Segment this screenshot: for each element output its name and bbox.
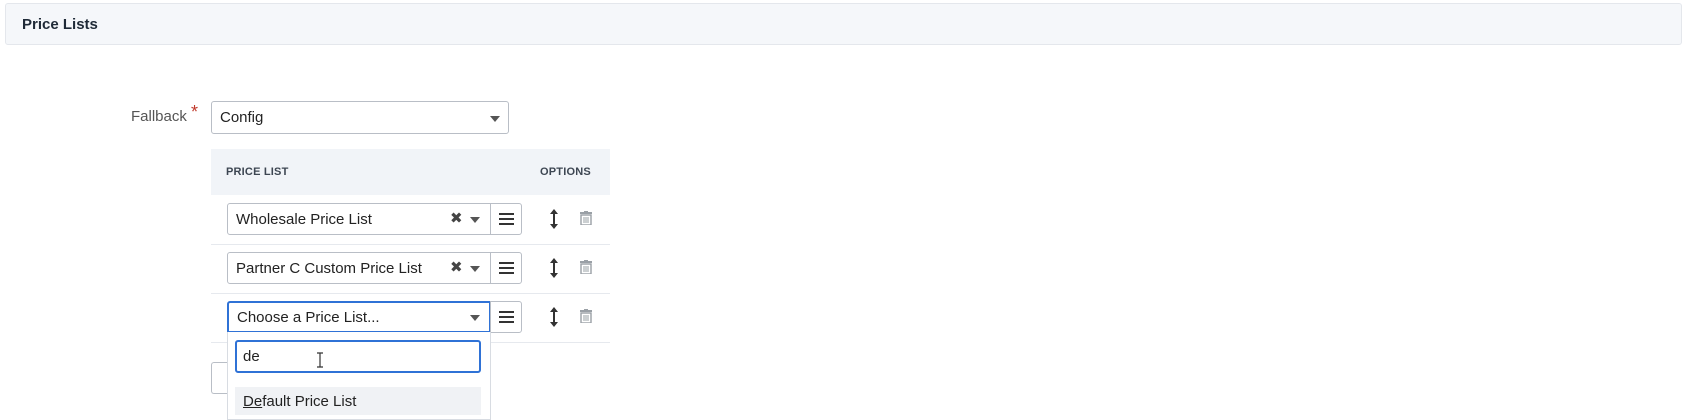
price-list-grid-header: PRICE LIST OPTIONS bbox=[211, 149, 610, 195]
column-header-options: OPTIONS bbox=[540, 166, 591, 178]
section-title: Price Lists bbox=[22, 16, 98, 33]
trash-icon[interactable] bbox=[580, 211, 592, 225]
sort-handle-icon[interactable] bbox=[549, 209, 559, 229]
dropdown-option-label: Default Price List bbox=[243, 393, 357, 410]
price-list-menu-button-2[interactable] bbox=[490, 252, 522, 284]
price-list-value-3: Choose a Price List... bbox=[237, 309, 380, 326]
price-list-search-input[interactable] bbox=[235, 340, 481, 373]
price-list-select-2[interactable]: Partner C Custom Price List ✖ bbox=[227, 252, 491, 284]
hamburger-menu-icon bbox=[499, 311, 514, 313]
section-header: Price Lists bbox=[5, 3, 1682, 45]
chevron-down-icon[interactable] bbox=[470, 217, 480, 223]
sort-handle-icon[interactable] bbox=[549, 307, 559, 327]
row-divider bbox=[211, 293, 610, 294]
fallback-select[interactable]: Config bbox=[211, 101, 509, 134]
price-list-menu-button-3[interactable] bbox=[490, 301, 522, 333]
chevron-down-icon[interactable] bbox=[470, 266, 480, 272]
hamburger-menu-icon bbox=[499, 213, 514, 215]
clear-icon[interactable]: ✖ bbox=[450, 260, 463, 275]
fallback-label: Fallback bbox=[131, 108, 187, 125]
required-marker: * bbox=[191, 102, 199, 122]
row-divider bbox=[211, 244, 610, 245]
chevron-down-icon[interactable] bbox=[470, 315, 480, 321]
price-list-select-1[interactable]: Wholesale Price List ✖ bbox=[227, 203, 491, 235]
column-header-price-list: PRICE LIST bbox=[226, 166, 289, 178]
dropdown-option[interactable]: Default Price List bbox=[235, 387, 481, 415]
trash-icon[interactable] bbox=[580, 309, 592, 323]
fallback-select-value: Config bbox=[220, 109, 264, 126]
price-list-value-1: Wholesale Price List bbox=[236, 211, 372, 228]
price-list-menu-button-1[interactable] bbox=[490, 203, 522, 235]
price-list-value-2: Partner C Custom Price List bbox=[236, 260, 422, 277]
clear-icon[interactable]: ✖ bbox=[450, 211, 463, 226]
trash-icon[interactable] bbox=[580, 260, 592, 274]
sort-handle-icon[interactable] bbox=[549, 258, 559, 278]
price-list-select-3[interactable]: Choose a Price List... bbox=[227, 301, 491, 333]
hamburger-menu-icon bbox=[499, 262, 514, 264]
text-cursor-icon bbox=[317, 352, 323, 368]
chevron-down-icon bbox=[490, 116, 500, 122]
